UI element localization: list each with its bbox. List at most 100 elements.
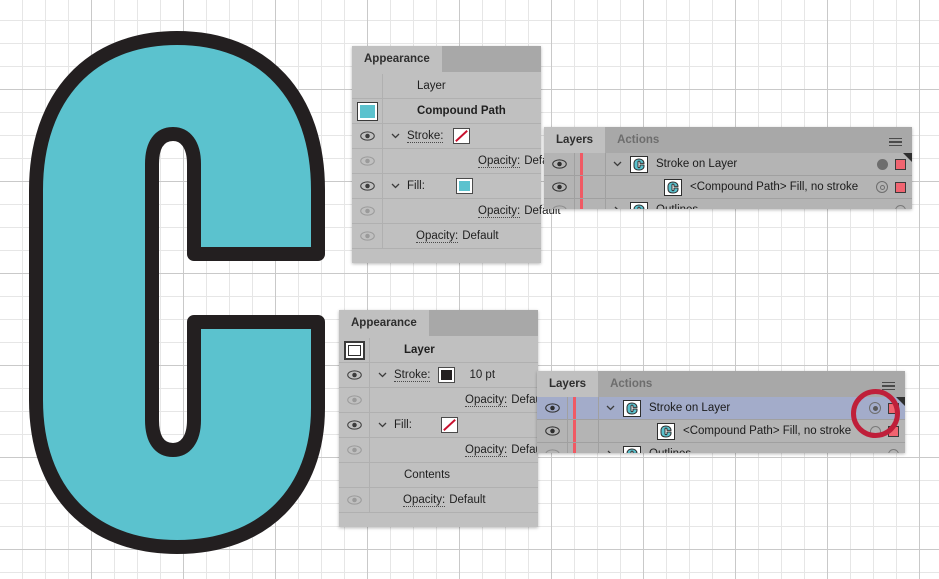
tab-appearance[interactable]: Appearance xyxy=(339,310,429,336)
expand-toggle-fill[interactable] xyxy=(383,183,407,189)
fill-label[interactable]: Fill: xyxy=(407,180,425,192)
appearance-row-compound-path[interactable]: Compound Path xyxy=(352,99,541,124)
lock-toggle-object[interactable] xyxy=(575,176,606,198)
visibility-toggle-stroke-opacity[interactable] xyxy=(339,388,370,412)
visibility-toggle-fill[interactable] xyxy=(352,174,383,198)
layer-name-label[interactable]: Stroke on Layer xyxy=(649,402,730,414)
appearance-row-stroke[interactable]: Stroke: 10 pt xyxy=(339,363,538,388)
opacity-label[interactable]: Opacity: xyxy=(403,494,446,507)
visibility-toggle-clipped[interactable] xyxy=(544,199,575,209)
layer-row-stroke-on-layer[interactable]: Stroke on Layer xyxy=(544,153,912,176)
layer-row-stroke-on-layer[interactable]: Stroke on Layer xyxy=(537,397,905,420)
appearance-row-object-opacity[interactable]: Opacity: Default xyxy=(352,224,541,249)
target-indicator-icon[interactable] xyxy=(877,158,888,170)
appearance-row-stroke-opacity[interactable]: Opacity: Default xyxy=(339,388,548,413)
tab-actions[interactable]: Actions xyxy=(605,127,672,153)
layer-name-label[interactable]: Stroke on Layer xyxy=(656,158,737,170)
fill-swatch-teal[interactable] xyxy=(455,178,473,194)
fill-swatch-none[interactable] xyxy=(440,417,458,433)
appearance-panel-top[interactable]: Appearance Layer Compound Path Stroke: O… xyxy=(352,46,561,263)
stroke-label[interactable]: Stroke: xyxy=(407,130,444,143)
layers-panel-bottom[interactable]: Layers Actions Stroke on Layer <Compound… xyxy=(537,371,905,453)
appearance-row-stroke[interactable]: Stroke: xyxy=(352,124,541,149)
appearance-row-stroke-opacity[interactable]: Opacity: Default xyxy=(352,149,561,174)
layer-row-compound-path[interactable]: <Compound Path> Fill, no stroke xyxy=(537,420,905,443)
expand-toggle-clipped[interactable] xyxy=(606,206,628,209)
appearance-bottom-tabbar[interactable]: Appearance xyxy=(339,310,538,336)
appearance-row-layer[interactable]: Layer xyxy=(339,338,538,363)
lock-toggle-clipped[interactable] xyxy=(568,443,599,453)
stroke-weight-value[interactable]: 10 pt xyxy=(469,369,495,381)
layers-bottom-tabbar[interactable]: Layers Actions xyxy=(537,371,905,397)
layer-row-compound-path[interactable]: <Compound Path> Fill, no stroke xyxy=(544,176,912,199)
appearance-row-fill[interactable]: Fill: xyxy=(339,413,538,438)
opacity-label[interactable]: Opacity: xyxy=(478,155,521,168)
appearance-row-layer[interactable]: Layer xyxy=(352,74,541,99)
clipped-layer-thumbnail xyxy=(630,201,648,209)
target-indicator-icon[interactable] xyxy=(888,448,899,453)
visibility-toggle-stroke[interactable] xyxy=(352,124,383,148)
expand-toggle-layer[interactable] xyxy=(606,161,628,167)
appearance-row-fill-opacity[interactable]: Opacity: Default xyxy=(352,199,561,224)
visibility-toggle-object[interactable] xyxy=(544,176,575,198)
appearance-top-tabbar[interactable]: Appearance xyxy=(352,46,541,72)
clipped-layer-name-label[interactable]: Outlines xyxy=(649,448,691,453)
target-indicator-icon[interactable] xyxy=(895,204,906,209)
selection-color-square xyxy=(895,181,906,193)
stroke-swatch-none[interactable] xyxy=(453,128,471,144)
clipped-layer-name-label[interactable]: Outlines xyxy=(656,204,698,209)
tab-layers[interactable]: Layers xyxy=(544,127,606,153)
clipped-row-indicators[interactable] xyxy=(895,204,912,209)
visibility-toggle-clipped[interactable] xyxy=(537,443,568,453)
lock-toggle-layer[interactable] xyxy=(568,397,599,419)
visibility-toggle-stroke-opacity[interactable] xyxy=(352,149,383,173)
lock-toggle-clipped[interactable] xyxy=(575,199,606,209)
visibility-toggle-stroke[interactable] xyxy=(339,363,370,387)
opacity-label[interactable]: Opacity: xyxy=(465,394,508,407)
layer-row-clipped[interactable]: Outlines xyxy=(537,443,905,453)
appearance-panel-bottom[interactable]: Appearance Layer Stroke: 10 pt Opacity: … xyxy=(339,310,548,527)
object-name-label[interactable]: <Compound Path> Fill, no stroke xyxy=(683,425,851,437)
opacity-label[interactable]: Opacity: xyxy=(416,230,459,243)
tab-layers[interactable]: Layers xyxy=(537,371,599,397)
tab-appearance[interactable]: Appearance xyxy=(352,46,442,72)
artwork-letter-c[interactable] xyxy=(18,22,338,562)
object-row-indicators[interactable] xyxy=(876,181,912,193)
layer-color-bar xyxy=(573,443,576,453)
object-name-label[interactable]: <Compound Path> Fill, no stroke xyxy=(690,181,858,193)
stroke-swatch-black[interactable] xyxy=(438,367,456,383)
appearance-row-object-opacity[interactable]: Opacity: Default xyxy=(339,488,538,513)
visibility-toggle-layer[interactable] xyxy=(537,397,568,419)
panel-menu-icon[interactable] xyxy=(884,137,906,146)
visibility-toggle-object[interactable] xyxy=(537,420,568,442)
expand-toggle-stroke[interactable] xyxy=(370,372,394,378)
lock-toggle-layer[interactable] xyxy=(575,153,606,175)
visibility-toggle-fill-opacity[interactable] xyxy=(352,199,383,223)
target-indicator-icon[interactable] xyxy=(876,181,888,193)
opacity-label[interactable]: Opacity: xyxy=(465,444,508,457)
visibility-toggle-object-opacity[interactable] xyxy=(352,224,383,248)
visibility-toggle-fill-opacity[interactable] xyxy=(339,438,370,462)
expand-toggle-stroke[interactable] xyxy=(383,133,407,139)
expand-toggle-layer[interactable] xyxy=(599,405,621,411)
eye-icon xyxy=(551,159,567,169)
expand-toggle-fill[interactable] xyxy=(370,422,394,428)
stroke-label[interactable]: Stroke: xyxy=(394,369,431,382)
layer-row-clipped[interactable]: Outlines xyxy=(544,199,912,209)
visibility-toggle-fill[interactable] xyxy=(339,413,370,437)
none-slash-icon xyxy=(442,418,456,432)
lock-toggle-object[interactable] xyxy=(568,420,599,442)
visibility-toggle-layer[interactable] xyxy=(544,153,575,175)
expand-toggle-clipped[interactable] xyxy=(599,450,621,453)
fill-label[interactable]: Fill: xyxy=(394,419,412,431)
opacity-label[interactable]: Opacity: xyxy=(478,205,521,218)
tab-actions[interactable]: Actions xyxy=(598,371,665,397)
visibility-toggle-object-opacity[interactable] xyxy=(339,488,370,512)
clipped-row-indicators[interactable] xyxy=(888,448,905,453)
appearance-row-fill[interactable]: Fill: xyxy=(352,174,541,199)
layers-top-tabbar[interactable]: Layers Actions xyxy=(544,127,912,153)
appearance-row-contents[interactable]: Contents xyxy=(339,463,538,488)
layers-panel-top[interactable]: Layers Actions Stroke on Layer <Compound… xyxy=(544,127,912,209)
appearance-bottom-body: Layer Stroke: 10 pt Opacity: Default Fil… xyxy=(339,336,548,527)
appearance-row-fill-opacity[interactable]: Opacity: Default xyxy=(339,438,548,463)
